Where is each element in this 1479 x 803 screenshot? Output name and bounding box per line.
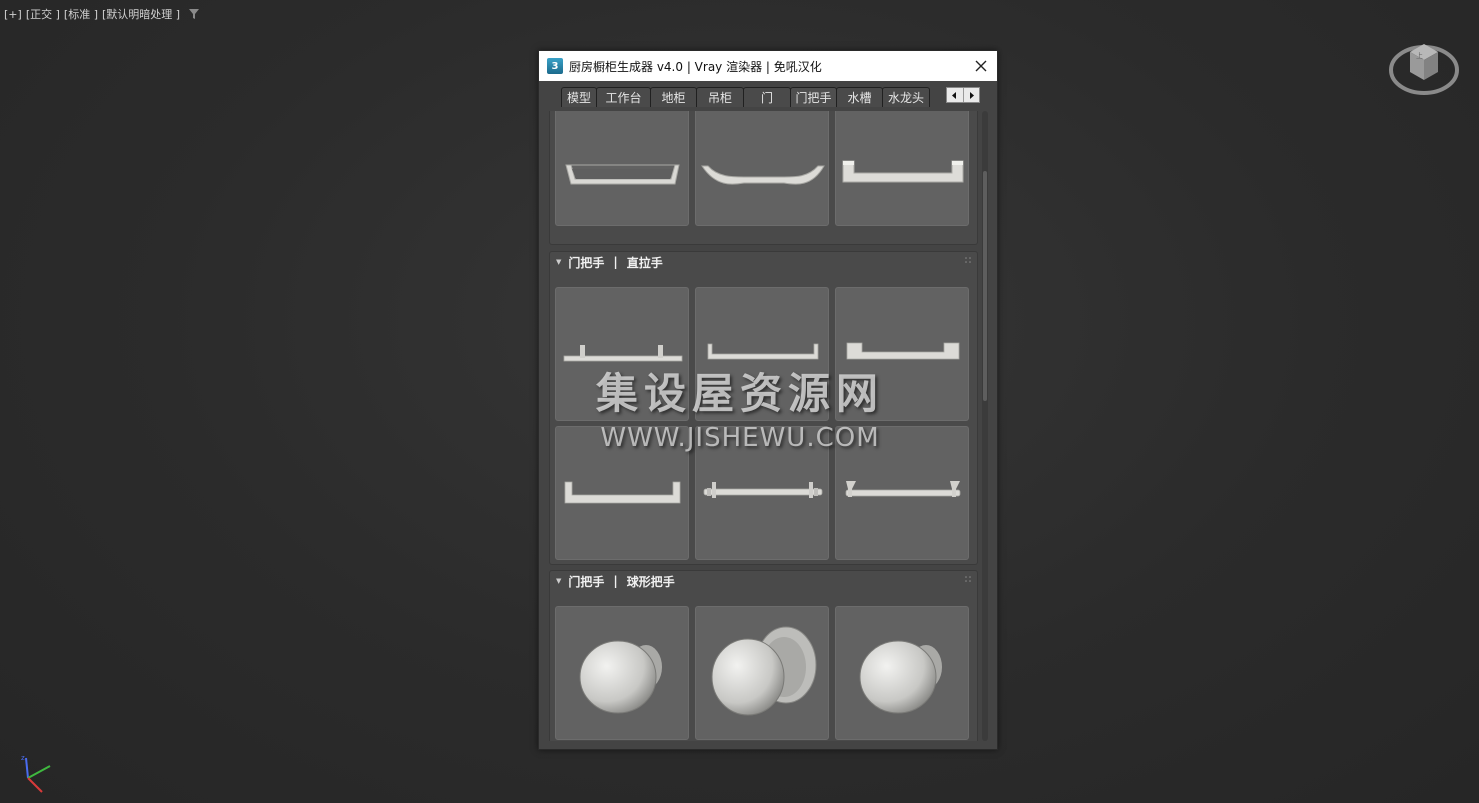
- knob-thumbnail[interactable]: [555, 606, 689, 740]
- section-separator: |: [613, 255, 618, 269]
- viewport-view-label[interactable]: [正交 ]: [26, 6, 60, 22]
- handle-preview: [703, 482, 823, 498]
- section-curved-handles: [549, 111, 978, 245]
- scrollbar-thumb[interactable]: [983, 171, 987, 401]
- viewport-lighting-label[interactable]: [默认明暗处理 ]: [102, 6, 180, 22]
- handle-thumbnail[interactable]: [555, 426, 689, 560]
- handle-preview: [563, 345, 683, 362]
- section-category: 门把手: [568, 574, 605, 589]
- tab-door-handle[interactable]: 门把手: [790, 87, 837, 107]
- handle-thumbnail[interactable]: [695, 111, 829, 226]
- filter-icon[interactable]: [188, 8, 200, 20]
- section-separator: |: [613, 574, 618, 588]
- tab-worktop[interactable]: 工作台: [596, 87, 651, 107]
- handle-thumbnail[interactable]: [835, 287, 969, 421]
- viewcube-icon[interactable]: 上: [1386, 30, 1462, 98]
- grip-icon[interactable]: [965, 257, 971, 263]
- handle-thumbnail[interactable]: [555, 287, 689, 421]
- handle-thumbnail[interactable]: [695, 426, 829, 560]
- knob-thumbnail[interactable]: [695, 606, 829, 740]
- tab-sink[interactable]: 水槽: [836, 87, 883, 107]
- svg-text:z: z: [21, 754, 25, 762]
- app-icon: 3: [547, 58, 563, 74]
- handle-thumbnail[interactable]: [555, 111, 689, 226]
- tab-scroll-right-button[interactable]: [962, 88, 980, 102]
- handle-thumbnail[interactable]: [835, 111, 969, 226]
- tab-model[interactable]: 模型: [561, 87, 597, 107]
- handle-preview: [564, 481, 681, 504]
- tab-bar: 模型 工作台 地柜 吊柜 门 门把手 水槽 水龙头: [561, 87, 930, 107]
- dialog-title: 厨房橱柜生成器 v4.0 | Vray 渲染器 | 免吼汉化: [569, 59, 822, 74]
- handle-library-content: ▼ 门把手 | 直拉手 ▼ 门把手 | 球形把手: [549, 111, 980, 741]
- collapse-arrow-icon[interactable]: ▼: [556, 258, 561, 266]
- handle-preview: [845, 481, 961, 497]
- handle-preview: [846, 342, 960, 360]
- section-subcategory: 球形把手: [626, 574, 675, 589]
- viewport-menu-plus[interactable]: [+]: [4, 8, 22, 21]
- vertical-scrollbar[interactable]: [982, 111, 988, 741]
- handle-thumbnail[interactable]: [695, 287, 829, 421]
- handle-thumbnail[interactable]: [835, 426, 969, 560]
- close-icon: [975, 60, 987, 72]
- section-knob-handles: ▼ 门把手 | 球形把手: [549, 570, 978, 741]
- arrow-right-icon: [969, 91, 974, 99]
- section-header[interactable]: ▼ 门把手 | 直拉手: [550, 252, 977, 272]
- section-subcategory: 直拉手: [626, 255, 663, 270]
- section-header[interactable]: ▼ 门把手 | 球形把手: [550, 571, 977, 591]
- knob-thumbnail[interactable]: [835, 606, 969, 740]
- section-straight-handles: ▼ 门把手 | 直拉手: [549, 251, 978, 565]
- grip-icon[interactable]: [965, 576, 971, 582]
- knob-preview: [711, 626, 817, 716]
- arrow-left-icon: [952, 91, 957, 99]
- tab-base-cabinet[interactable]: 地柜: [650, 87, 697, 107]
- svg-text:上: 上: [1416, 51, 1423, 60]
- collapse-arrow-icon[interactable]: ▼: [556, 577, 561, 585]
- tab-scroll-left-button[interactable]: [947, 88, 963, 102]
- tab-scroll-buttons: [946, 87, 980, 103]
- tab-door[interactable]: 门: [743, 87, 791, 107]
- viewport-label: [+] [正交 ] [标准 ] [默认明暗处理 ]: [4, 6, 200, 22]
- handle-preview: [842, 160, 964, 183]
- knob-preview: [859, 640, 942, 714]
- handle-preview: [701, 165, 825, 185]
- close-button[interactable]: [971, 56, 991, 76]
- kitchen-cabinet-generator-dialog: 3 厨房橱柜生成器 v4.0 | Vray 渲染器 | 免吼汉化 模型 工作台 …: [538, 50, 998, 750]
- knob-preview: [579, 640, 662, 714]
- tab-faucet[interactable]: 水龙头: [882, 87, 930, 107]
- section-category: 门把手: [568, 255, 605, 270]
- dialog-titlebar[interactable]: 3 厨房橱柜生成器 v4.0 | Vray 渲染器 | 免吼汉化: [539, 51, 997, 81]
- handle-preview: [707, 343, 819, 360]
- tab-wall-cabinet[interactable]: 吊柜: [696, 87, 744, 107]
- axis-gizmo-icon: z: [21, 754, 51, 793]
- viewport-shading-standard[interactable]: [标准 ]: [64, 6, 98, 22]
- handle-preview: [565, 164, 680, 185]
